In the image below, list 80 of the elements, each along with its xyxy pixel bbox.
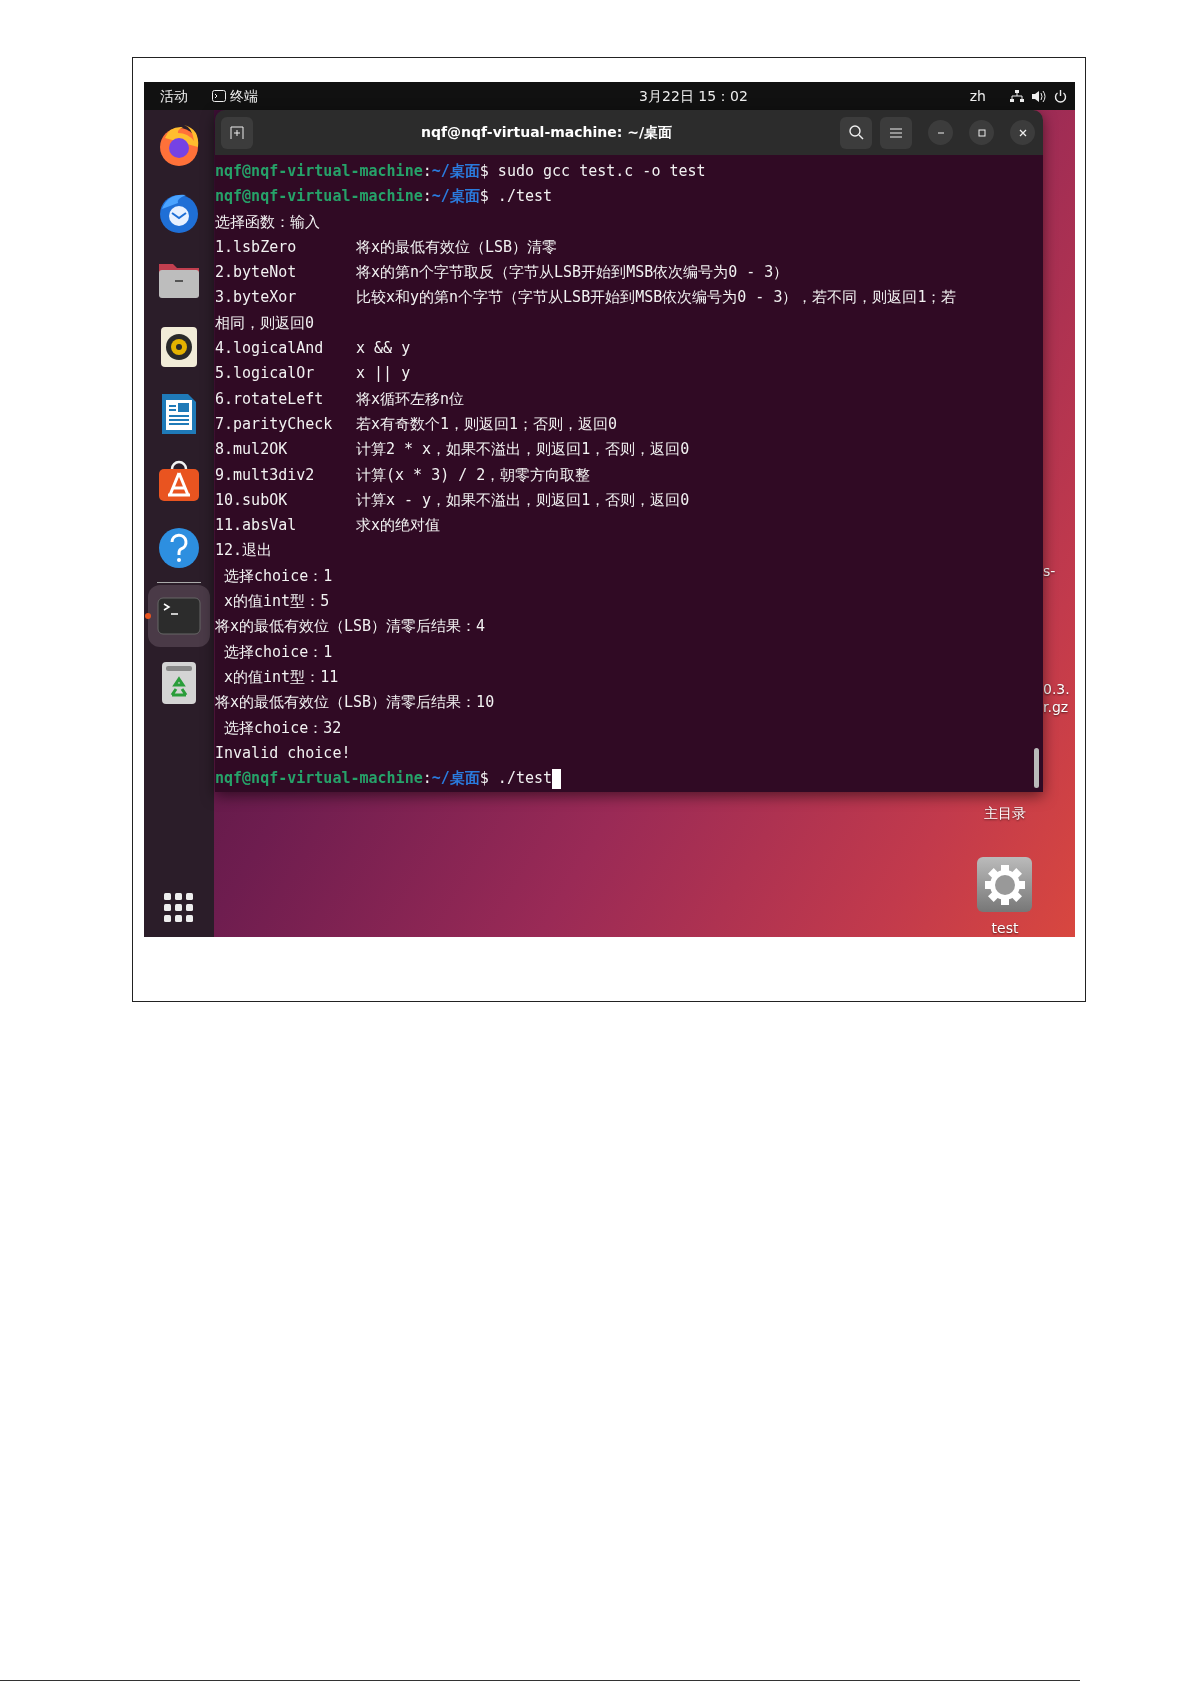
close-icon bbox=[1017, 127, 1028, 138]
output-line: 选择choice：32 bbox=[223, 717, 342, 739]
browser-icon bbox=[157, 124, 201, 168]
settings-icon[interactable] bbox=[977, 857, 1032, 912]
volume-icon bbox=[1032, 89, 1046, 103]
option-description: 求x的绝对值 bbox=[356, 515, 441, 537]
prompt-path: ~/桌面 bbox=[431, 186, 480, 208]
command-text: $ ./test bbox=[479, 186, 553, 208]
output-line: 将x的最低有效位（LSB）清零后结果：4 bbox=[215, 616, 486, 638]
language-indicator[interactable]: zh bbox=[969, 85, 986, 107]
show-apps-icon[interactable] bbox=[164, 893, 194, 923]
close-button[interactable] bbox=[1010, 120, 1035, 145]
output-line: 相同，则返回0 bbox=[215, 312, 315, 334]
option-name: 6.rotateLeft bbox=[215, 388, 325, 410]
new-tab-button[interactable] bbox=[221, 116, 253, 149]
prompt-separator: : bbox=[422, 161, 432, 182]
speaker-icon bbox=[159, 325, 199, 369]
help-icon bbox=[158, 527, 200, 569]
option-name: 10.subOK bbox=[215, 489, 289, 511]
power-icon bbox=[1054, 89, 1067, 103]
desktop-icon-label: s- bbox=[1043, 562, 1056, 580]
output-line: x的值int型：5 bbox=[223, 591, 330, 613]
desktop-icon-label: 0.3. r.gz bbox=[1043, 680, 1070, 716]
scrollbar[interactable] bbox=[1034, 748, 1039, 788]
output-line: Invalid choice! bbox=[215, 742, 351, 764]
system-menu-button[interactable] bbox=[1010, 89, 1067, 103]
option-description: 将x的第n个字节取反（字节从LSB开始到MSB依次编号为0 - 3） bbox=[356, 262, 789, 284]
option-description: 计算2 * x，如果不溢出，则返回1，否则，返回0 bbox=[356, 439, 690, 461]
option-name: 2.byteNot bbox=[215, 262, 298, 284]
recycle-bin-icon bbox=[161, 661, 197, 705]
option-name: 11.absVal bbox=[215, 515, 298, 537]
option-description: x && y bbox=[356, 338, 411, 360]
desktop-icon-label: test bbox=[991, 919, 1019, 937]
maximize-icon bbox=[976, 127, 987, 138]
output-line: 选择函数：输入 bbox=[215, 211, 320, 233]
prompt-separator: : bbox=[422, 768, 432, 790]
shopping-bag-icon bbox=[157, 459, 201, 503]
option-name: 1.lsbZero bbox=[215, 236, 298, 258]
option-name: 9.mult3div2 bbox=[215, 464, 316, 486]
prompt-user: nqf@nqf-virtual-machine bbox=[215, 186, 423, 208]
output-line: 将x的最低有效位（LSB）清零后结果：10 bbox=[215, 692, 495, 714]
output-line: 选择choice：1 bbox=[223, 565, 333, 587]
option-name: 8.mul2OK bbox=[215, 439, 289, 461]
network-icon bbox=[1010, 89, 1024, 103]
prompt-path: ~/桌面 bbox=[431, 161, 480, 182]
terminal-icon bbox=[212, 90, 226, 102]
prompt-separator: : bbox=[422, 186, 432, 208]
app-menu-button[interactable]: 终端 bbox=[212, 85, 258, 107]
option-name: 7.parityCheck bbox=[215, 413, 334, 435]
clock-button[interactable]: 3月22日 15：02 bbox=[639, 87, 748, 104]
prompt-user: nqf@nqf-virtual-machine bbox=[215, 161, 423, 182]
option-name: 3.byteXor bbox=[215, 287, 298, 309]
menu-button[interactable] bbox=[880, 116, 912, 149]
search-icon bbox=[848, 125, 864, 140]
prompt-path: ~/桌面 bbox=[431, 768, 480, 790]
command-text: $ sudo gcc test.c -o test bbox=[479, 161, 706, 182]
window-title: nqf@nqf-virtual-machine: ~/桌面 bbox=[419, 123, 674, 142]
new-tab-icon bbox=[230, 125, 244, 140]
option-name: 4.logicalAnd bbox=[215, 338, 325, 360]
maximize-button[interactable] bbox=[969, 120, 994, 145]
desktop-icon-label: 主目录 bbox=[984, 804, 1026, 822]
prompt-user: nqf@nqf-virtual-machine bbox=[215, 768, 423, 790]
option-description: 计算x - y，如果不溢出，则返回1，否则，返回0 bbox=[356, 489, 690, 511]
option-description: 将x循环左移n位 bbox=[356, 388, 465, 410]
activities-button[interactable]: 活动 bbox=[160, 85, 188, 107]
document-icon bbox=[160, 392, 198, 436]
command-text: $ ./test bbox=[479, 768, 553, 790]
terminal-icon bbox=[157, 597, 201, 635]
menu-icon bbox=[890, 127, 902, 138]
option-description: 比较x和y的第n个字节（字节从LSB开始到MSB依次编号为0 - 3），若不同，则返回1；若 bbox=[356, 287, 957, 309]
option-description: 若x有奇数个1，则返回1；否则，返回0 bbox=[356, 413, 618, 435]
option-description: 计算(x * 3) / 2，朝零方向取整 bbox=[356, 464, 591, 486]
output-line: 12.退出 bbox=[215, 540, 273, 562]
search-button[interactable] bbox=[840, 116, 872, 149]
option-description: 将x的最低有效位（LSB）清零 bbox=[356, 236, 558, 258]
output-line: x的值int型：11 bbox=[223, 666, 339, 688]
option-description: x || y bbox=[356, 363, 411, 385]
minimize-icon bbox=[936, 131, 945, 134]
output-line: 选择choice：1 bbox=[223, 641, 333, 663]
option-name: 5.logicalOr bbox=[215, 363, 316, 385]
